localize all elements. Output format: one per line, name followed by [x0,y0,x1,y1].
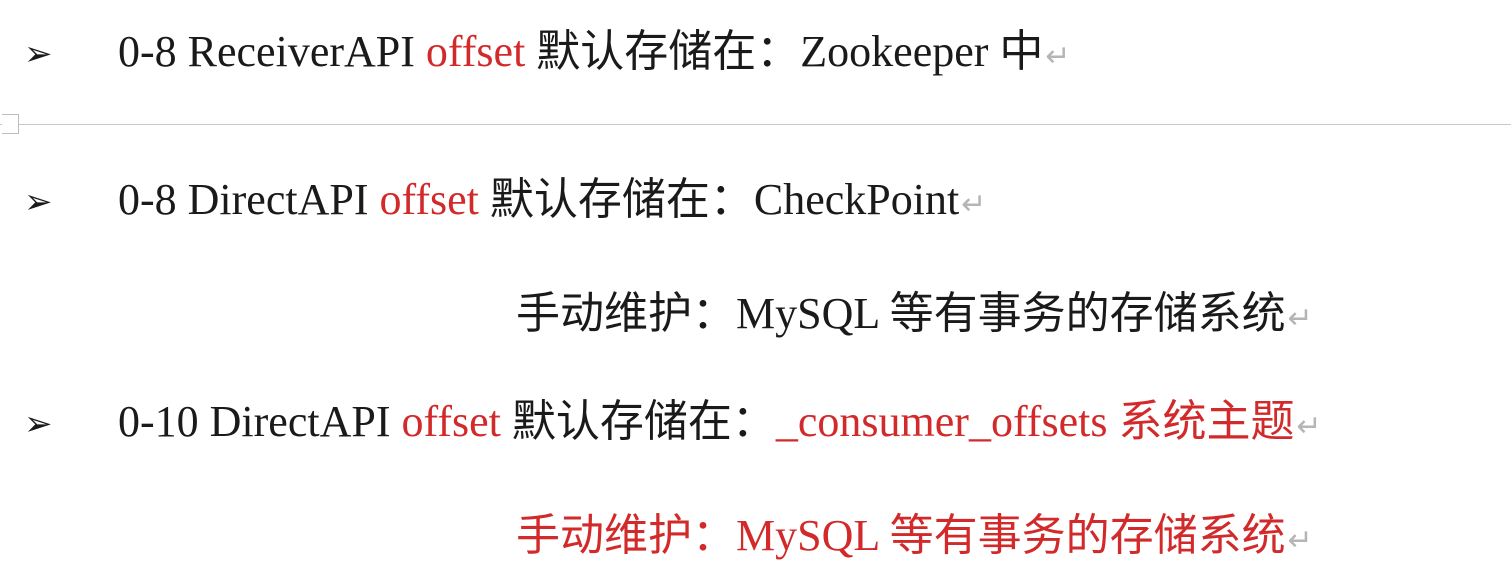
list-item-direct-api-0-8: 0-8 DirectAPI offset 默认存储在：CheckPoint↵ [118,178,986,222]
bullet-arrow-icon: ➢ [24,36,53,73]
paragraph-mark-icon: ↵ [1287,301,1313,336]
list-item-receiver-api: 0-8 ReceiverAPI offset 默认存储在：Zookeeper 中… [118,30,1071,74]
offset-keyword: offset [425,27,526,76]
bullet-arrow-icon: ➢ [24,184,53,221]
note-text: 手动维护：MySQL 等有事务的存储系统 [516,511,1286,560]
bullet-arrow-icon: ➢ [24,406,53,443]
paragraph-mark-icon: ↵ [1296,409,1322,444]
item-prefix: 0-8 DirectAPI [118,175,380,224]
item-suffix: 默认存储在： [500,397,776,446]
page-break-line [0,124,1511,125]
paragraph-mark-icon: ↵ [1045,39,1071,74]
consumer-offsets-topic: _consumer_offsets 系统主题 [775,397,1295,446]
offset-keyword: offset [379,175,479,224]
paragraph-mark-icon: ↵ [961,187,987,222]
manual-maintenance-note: 手动维护：MySQL 等有事务的存储系统↵ [516,292,1313,336]
note-text: 手动维护：MySQL 等有事务的存储系统 [516,289,1286,338]
item-prefix: 0-10 DirectAPI [118,397,402,446]
item-suffix: 默认存储在：CheckPoint [478,175,960,224]
list-item-direct-api-0-10: 0-10 DirectAPI offset 默认存储在：_consumer_of… [118,400,1322,444]
paragraph-mark-icon: ↵ [1287,523,1313,558]
text-boundary-marker [2,114,19,134]
manual-maintenance-note-red: 手动维护：MySQL 等有事务的存储系统↵ [516,514,1313,558]
item-prefix: 0-8 ReceiverAPI [118,27,426,76]
offset-keyword: offset [401,397,501,446]
item-suffix: 默认存储在：Zookeeper 中 [525,27,1044,76]
